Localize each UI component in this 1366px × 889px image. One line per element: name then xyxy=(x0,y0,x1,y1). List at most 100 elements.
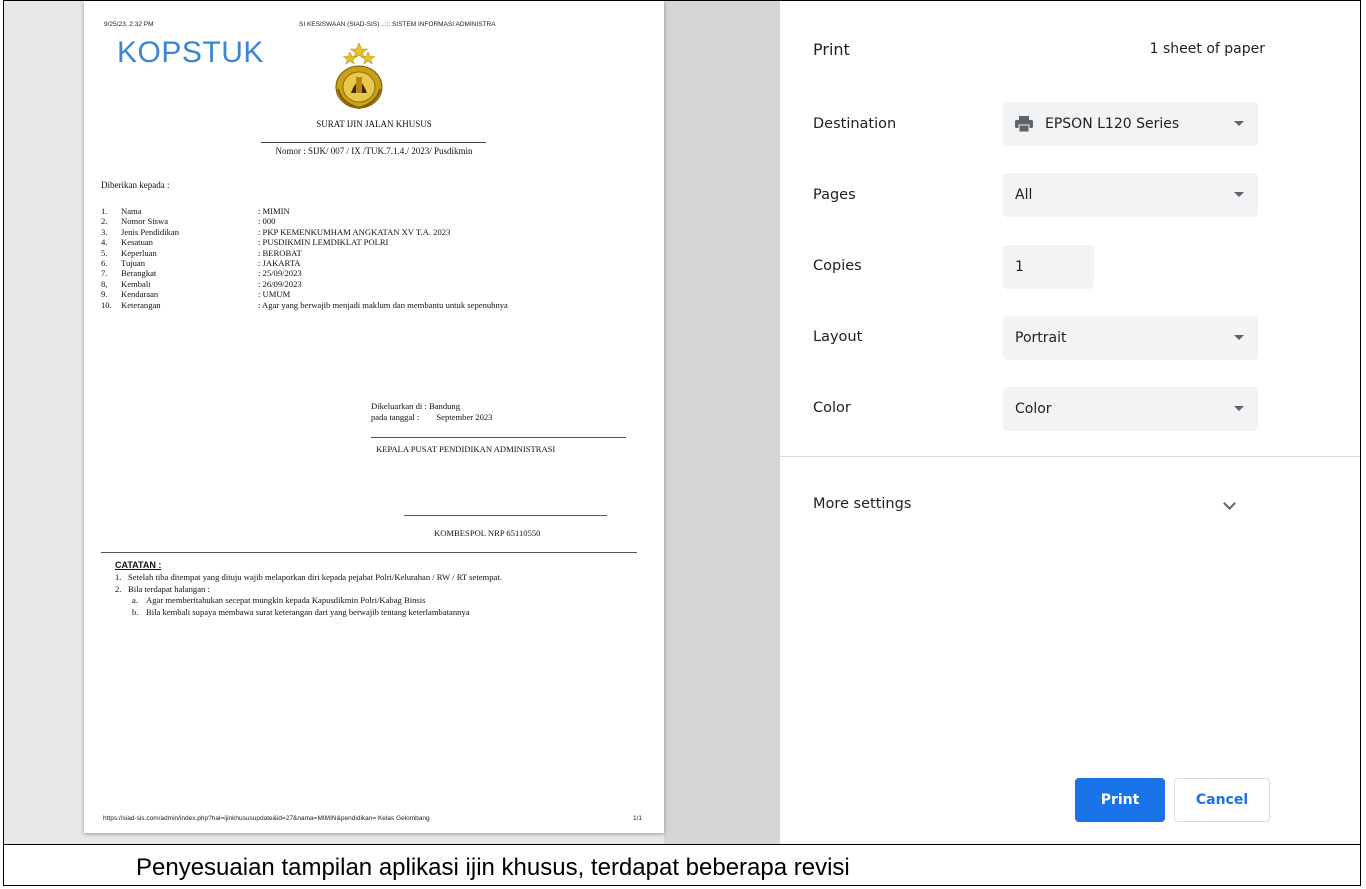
note-text: Bila terdapat halangan : xyxy=(128,583,210,594)
field-row: 9. Kendaraan : UMUM xyxy=(101,289,508,299)
signature-line xyxy=(404,515,607,516)
field-row: 4. Kesatuan : PUSDIKMIN LEMDIKLAT POLRI xyxy=(101,237,508,247)
field-number: 10. xyxy=(101,299,112,310)
field-value: : Agar yang berwajib menjadi maklum dan … xyxy=(258,299,508,310)
pages-label: Pages xyxy=(813,187,856,203)
addressed-to-label: Diberikan kepada : xyxy=(101,180,170,190)
print-button[interactable]: Print xyxy=(1075,778,1165,822)
note-item: 2. Bila terdapat halangan : xyxy=(115,584,502,596)
field-number: 1. xyxy=(101,206,108,216)
more-settings-label: More settings xyxy=(813,496,912,512)
field-label: Tujuan xyxy=(121,258,146,269)
notes-heading: CATATAN : xyxy=(115,560,162,570)
issued-date: pada tanggal : September 2023 xyxy=(371,411,493,422)
more-settings-toggle[interactable]: More settings xyxy=(780,481,1360,531)
signatory-name: KOMBESPOL NRP 65110550 xyxy=(434,528,541,538)
color-value: Color xyxy=(1015,401,1052,417)
title-divider xyxy=(261,142,486,143)
layout-value: Portrait xyxy=(1015,330,1067,346)
dropdown-arrow-icon xyxy=(1234,406,1244,411)
layout-label: Layout xyxy=(813,329,863,345)
field-label: Nomor Siswa xyxy=(121,216,169,227)
caption-divider xyxy=(4,844,1360,845)
field-label: Keterangan xyxy=(121,299,161,310)
dropdown-arrow-icon xyxy=(1234,121,1244,126)
field-row: 5. Keperluan : BEROBAT xyxy=(101,248,508,258)
print-settings-panel: Print 1 sheet of paper Destination EPSON… xyxy=(780,1,1360,844)
field-row: 3. Jenis Pendidikan: PKP KEMENKUMHAM ANGK… xyxy=(101,227,508,237)
field-number: 2. xyxy=(101,216,108,227)
field-number: 6. xyxy=(101,258,108,269)
issued-block: Dikeluarkan di : Bandung pada tanggal : … xyxy=(371,401,492,423)
layout-select[interactable]: Portrait xyxy=(1003,316,1258,360)
note-item: 1. Setelah tiba ditempat yang dituju waji… xyxy=(115,572,502,584)
field-label: Nama xyxy=(121,206,142,216)
settings-divider xyxy=(780,456,1360,457)
cancel-button[interactable]: Cancel xyxy=(1174,778,1270,822)
color-label: Color xyxy=(813,400,851,416)
issued-divider xyxy=(371,437,626,438)
kopstuk-placeholder: KOPSTUK xyxy=(117,36,264,69)
note-text: Setelah tiba ditempat yang dituju wajib … xyxy=(128,572,502,582)
field-value: : PKP KEMENKUMHAM ANGKATAN XV T.A. 2023 xyxy=(258,226,451,237)
field-label: Kesatuan xyxy=(121,237,153,248)
sheet-count: 1 sheet of paper xyxy=(1149,41,1265,57)
destination-select[interactable]: EPSON L120 Series xyxy=(1003,102,1258,146)
page-header-datetime: 9/25/23, 2:32 PM xyxy=(104,21,154,28)
screenshot-frame: 9/25/23, 2:32 PM SI KESISWAAN (SIAD-SIS)… xyxy=(3,0,1361,886)
copies-label: Copies xyxy=(813,258,862,274)
field-number: 7. xyxy=(101,268,108,279)
sub-note-text: Bila kembali supaya membawa surat ketera… xyxy=(146,606,470,617)
field-label: Kembali xyxy=(121,278,151,289)
field-number: 4. xyxy=(101,237,108,248)
sub-note-letter: a. xyxy=(132,595,138,605)
field-value: : 25/09/2023 xyxy=(258,268,302,279)
field-number: 9. xyxy=(101,289,108,300)
field-label: Berangkat xyxy=(121,268,157,279)
letter-title: SURAT IJIN JALAN KHUSUS xyxy=(316,119,432,129)
notes-divider xyxy=(101,552,637,553)
field-label: Keperluan xyxy=(121,247,157,258)
preview-page: 9/25/23, 2:32 PM SI KESISWAAN (SIAD-SIS)… xyxy=(84,1,664,833)
sub-note-item: a. Agar memberitahukan secepat mungkin ke… xyxy=(115,595,502,607)
field-value: : UMUM xyxy=(258,289,291,300)
dropdown-arrow-icon xyxy=(1234,192,1244,197)
pages-select[interactable]: All xyxy=(1003,173,1258,217)
pages-value: All xyxy=(1015,187,1033,203)
field-value: : 000 xyxy=(258,216,276,227)
destination-label: Destination xyxy=(813,116,897,132)
field-row: 6. Tujuan : JAKARTA xyxy=(101,258,508,268)
field-value: : PUSDIKMIN LEMDIKLAT POLRI xyxy=(258,237,389,248)
field-row: 8, Kembali: 26/09/2023 xyxy=(101,279,508,289)
field-row: 1. Nama : MIMIN xyxy=(101,206,508,216)
field-number: 3. xyxy=(101,226,108,237)
official-title: KEPALA PUSAT PENDIDIKAN ADMINISTRASI xyxy=(376,444,556,454)
sub-note-letter: b. xyxy=(132,606,139,617)
page-header-site-title: SI KESISWAAN (SIAD-SIS) ..::: SISTEM INF… xyxy=(299,21,496,28)
screenshot-caption: Penyesuaian tampilan aplikasi ijin khusu… xyxy=(136,854,850,881)
destination-value: EPSON L120 Series xyxy=(1045,116,1180,132)
notes-list: 1. Setelah tiba ditempat yang dituju waji… xyxy=(115,572,502,618)
field-value: : MIMIN xyxy=(258,206,290,216)
field-row: 2. Nomor Siswa : 000 xyxy=(101,216,508,226)
field-value: : JAKARTA xyxy=(258,258,301,269)
chevron-down-icon xyxy=(1223,497,1236,510)
recipient-fields: 1. Nama : MIMIN 2. Nomor Siswa : 000 3. Jenis… xyxy=(101,206,508,310)
field-number: 5. xyxy=(101,247,108,258)
police-emblem-icon xyxy=(335,42,383,110)
note-number: 2. xyxy=(115,583,122,594)
note-number: 1. xyxy=(115,572,122,582)
color-select[interactable]: Color xyxy=(1003,387,1258,431)
copies-value: 1 xyxy=(1015,259,1024,275)
print-heading: Print xyxy=(813,40,850,59)
printer-icon xyxy=(1015,116,1033,132)
field-row: 7. Berangkat : 25/09/2023 xyxy=(101,268,508,278)
page-footer-url: https://siad-sis.com/admin/index.php?hal… xyxy=(103,815,430,822)
field-label: Kendaraan xyxy=(121,289,159,300)
copies-input[interactable]: 1 xyxy=(1003,245,1094,289)
dropdown-arrow-icon xyxy=(1234,335,1244,340)
field-value: : BEROBAT xyxy=(258,247,302,258)
letter-number: Nomor : SIJK/ 007 / IX /TUK.7.1.4./ 2023… xyxy=(275,146,473,156)
issued-location: Dikeluarkan di : Bandung xyxy=(371,401,461,411)
sub-note-text: Agar memberitahukan secepat mungkin kepa… xyxy=(146,595,426,605)
